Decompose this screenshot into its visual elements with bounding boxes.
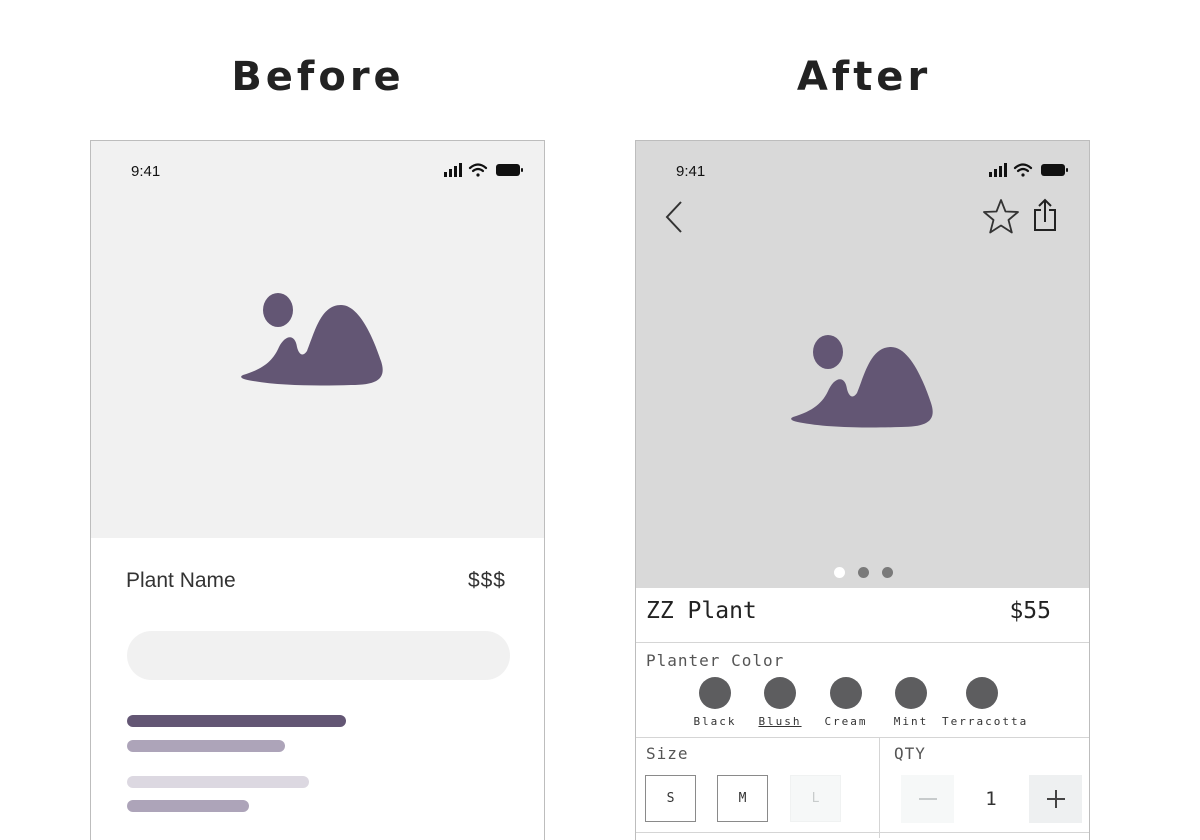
color-option-blush[interactable]: Blush [755,715,805,728]
chevron-left-icon[interactable] [662,199,686,235]
product-price: $$$ [467,569,506,592]
battery-icon [496,164,523,176]
carousel-dot[interactable] [858,567,869,578]
minus-icon [918,798,937,800]
plus-icon [1046,790,1065,808]
color-swatch-blush[interactable] [764,677,796,709]
placeholder-text-line [127,776,309,788]
image-placeholder-icon [791,335,933,428]
color-swatch-cream[interactable] [830,677,862,709]
section-divider [636,832,1089,833]
wifi-icon [468,163,488,177]
size-qty-section: Size S M L QTY 1 [636,738,1089,838]
status-bar-icons [989,163,1068,177]
status-bar-icons [444,163,523,177]
placeholder-text-line [127,715,346,727]
product-name: Plant Name [126,569,236,592]
product-title-row: ZZ Plant $55 [636,588,1089,643]
planter-color-label: Planter Color [646,651,785,670]
planter-color-section: Planter Color Black Blush Cream Mint Ter… [636,643,1089,738]
wifi-icon [1013,163,1033,177]
color-swatch-mint[interactable] [895,677,927,709]
placeholder-text-line [127,740,285,752]
color-option-terracotta[interactable]: Terracotta [942,715,1026,728]
after-hero-image-area[interactable] [636,141,1089,588]
section-divider [879,738,880,838]
size-option-m[interactable]: M [717,775,768,822]
before-heading: Before [231,54,405,100]
size-option-l[interactable]: L [790,775,841,822]
before-phone-mockup: 9:41 Plant Name $$$ [90,140,545,840]
qty-value[interactable]: 1 [956,775,1026,823]
size-label: Size [646,744,689,763]
star-icon[interactable] [982,198,1020,236]
signal-icon [444,163,462,177]
before-hero-image-area [91,141,544,538]
after-heading: After [796,54,932,100]
color-option-mint[interactable]: Mint [886,715,936,728]
size-option-s[interactable]: S [645,775,696,822]
status-bar-time: 9:41 [131,163,161,180]
color-option-black[interactable]: Black [690,715,740,728]
color-option-cream[interactable]: Cream [821,715,871,728]
battery-icon [1041,164,1068,176]
image-placeholder-icon [241,293,383,386]
product-price: $55 [1009,598,1051,624]
qty-increment-button[interactable] [1029,775,1082,823]
product-name: ZZ Plant [646,598,757,624]
carousel-dot[interactable] [882,567,893,578]
color-swatch-terracotta[interactable] [966,677,998,709]
after-phone-mockup: 9:41 ZZ Plant $55 Planter Color Black Bl… [635,140,1090,840]
color-swatch-black[interactable] [699,677,731,709]
carousel-dot[interactable] [834,567,845,578]
status-bar-time: 9:41 [676,163,706,180]
qty-label: QTY [894,744,926,763]
placeholder-pill [127,631,510,680]
signal-icon [989,163,1007,177]
placeholder-text-line [127,800,249,812]
share-icon[interactable] [1032,197,1058,233]
qty-decrement-button[interactable] [901,775,954,823]
carousel-dots [834,567,893,579]
